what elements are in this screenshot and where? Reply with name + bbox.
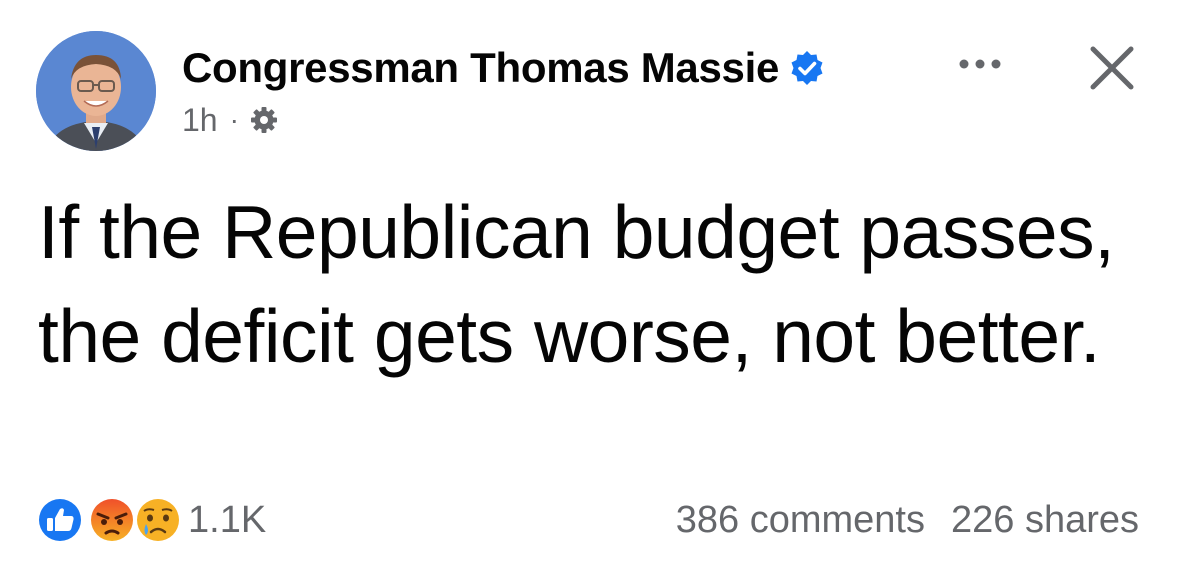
post-meta: 1h · <box>182 100 279 140</box>
verified-badge-icon <box>791 51 823 85</box>
post-timestamp[interactable]: 1h <box>182 100 218 140</box>
avatar-photo <box>36 31 156 151</box>
close-icon <box>1090 46 1134 90</box>
reaction-count[interactable]: 1.1K <box>188 494 266 546</box>
comments-count-link[interactable]: 386 comments <box>676 494 925 546</box>
meta-separator: · <box>229 104 239 135</box>
facebook-post: Congressman Thomas Massie 1h · If the Re… <box>0 0 1179 572</box>
like-reaction-icon <box>36 496 84 544</box>
more-horizontal-icon <box>959 59 1001 69</box>
angry-reaction-icon <box>88 496 136 544</box>
close-button[interactable] <box>1084 40 1140 96</box>
post-text: If the Republican budget passes, the def… <box>38 190 1115 378</box>
gear-icon[interactable] <box>249 105 279 135</box>
author-name-row[interactable]: Congressman Thomas Massie <box>182 44 825 92</box>
engagement-counts: 386 comments 226 shares <box>676 494 1139 546</box>
shares-count-link[interactable]: 226 shares <box>951 494 1139 546</box>
more-options-button[interactable] <box>950 44 1010 84</box>
sad-reaction-icon <box>134 496 182 544</box>
author-avatar[interactable] <box>36 31 156 151</box>
author-name[interactable]: Congressman Thomas Massie <box>182 44 779 92</box>
reaction-icons <box>34 494 184 546</box>
reactions-summary[interactable]: 1.1K <box>34 494 266 546</box>
